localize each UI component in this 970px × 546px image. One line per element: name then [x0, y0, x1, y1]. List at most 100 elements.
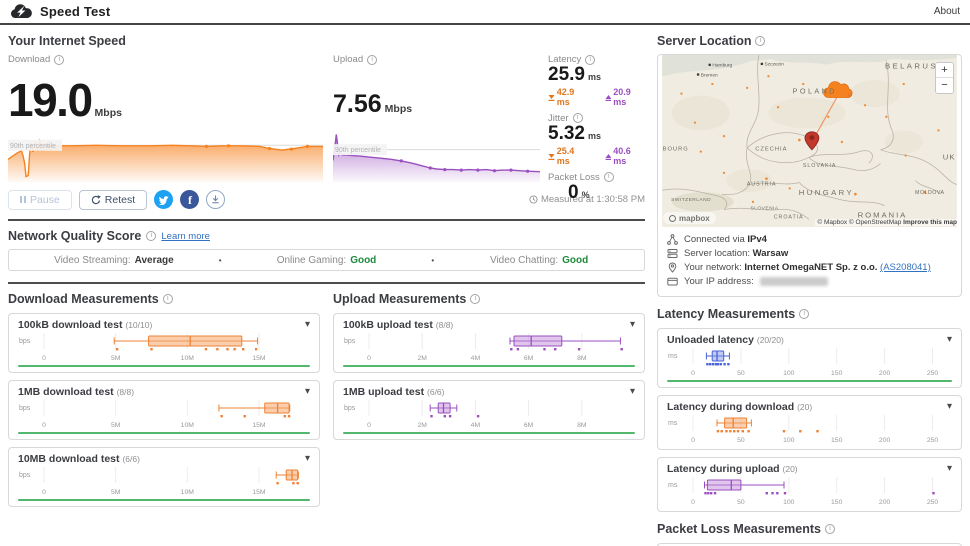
- info-icon[interactable]: [585, 55, 595, 65]
- location-pin-icon: [667, 262, 678, 273]
- pause-icon: [20, 196, 26, 203]
- svg-text:50: 50: [737, 370, 745, 377]
- speed-summary: Download 19.0Mbps 90th percentile Upload…: [8, 54, 645, 182]
- chevron-down-icon[interactable]: ▾: [305, 454, 310, 464]
- svg-text:4M: 4M: [471, 355, 481, 362]
- upload-measurements-column: Upload Measurements 100kB upload test (8…: [333, 292, 645, 514]
- your-ip-row: Your IP address:: [667, 276, 952, 287]
- measurement-title: 100kB download test (10/10): [18, 319, 152, 331]
- info-icon[interactable]: [54, 55, 64, 65]
- info-icon[interactable]: [367, 55, 377, 65]
- latency-block: Latency 25.9ms 42.9 ms 20.9 ms: [548, 54, 645, 107]
- retest-button[interactable]: Retest: [79, 190, 147, 210]
- network-quality-card: Video Streaming: Average • Online Gaming…: [8, 249, 645, 271]
- svg-text:bps: bps: [344, 338, 356, 345]
- svg-text:200: 200: [879, 370, 891, 377]
- test-progress-bar: [343, 365, 635, 367]
- clock-icon: [529, 195, 538, 204]
- info-icon[interactable]: [825, 524, 835, 534]
- your-network-row: Your network: Internet OmegaNET Sp. z o.…: [667, 262, 952, 273]
- svg-text:250: 250: [927, 370, 939, 377]
- svg-text:150: 150: [831, 370, 843, 377]
- svg-text:2M: 2M: [417, 422, 427, 429]
- svg-text:90th percentile: 90th percentile: [10, 143, 56, 150]
- info-icon[interactable]: [146, 231, 156, 241]
- chevron-down-icon[interactable]: ▾: [947, 402, 952, 412]
- boxplot-chart: ms050100150200250: [667, 347, 952, 377]
- info-icon[interactable]: [470, 294, 480, 304]
- map-city-label: Szczecin: [765, 62, 785, 68]
- learn-more-link[interactable]: Learn more: [161, 231, 210, 242]
- map[interactable]: BELARUSPOLANDCZECHIASLOVAKIAAUSTRIAHUNGA…: [658, 55, 961, 227]
- pause-button[interactable]: Pause: [8, 190, 72, 210]
- svg-text:4M: 4M: [471, 422, 481, 429]
- svg-text:bps: bps: [19, 405, 31, 412]
- info-icon[interactable]: [163, 294, 173, 304]
- measurement-title: 1MB download test (8/8): [18, 386, 134, 398]
- map-country-label: CZECHIA: [755, 147, 787, 153]
- about-link[interactable]: About: [934, 6, 960, 17]
- upload-number: 7.56: [333, 90, 382, 118]
- measurement-count: (6/6): [427, 387, 444, 397]
- upload-indicator-icon: [605, 152, 612, 160]
- svg-text:2M: 2M: [417, 355, 427, 362]
- internet-speed-heading: Your Internet Speed: [8, 34, 645, 48]
- improve-map-link[interactable]: Improve this map: [903, 219, 957, 226]
- chevron-down-icon[interactable]: ▾: [630, 320, 635, 330]
- info-icon[interactable]: [799, 309, 809, 319]
- server-location-title: Server Location: [657, 34, 751, 48]
- mapbox-logo[interactable]: mapbox: [663, 212, 716, 224]
- jitter-value: 5.32ms: [548, 124, 645, 145]
- latency-during-download: 42.9 ms: [548, 87, 589, 107]
- map-country-label: POLAND: [793, 87, 837, 96]
- divider: [8, 282, 645, 284]
- measurement-card: 1MB upload test (6/6)▾bps02M4M6M8M: [333, 380, 645, 440]
- download-results-button[interactable]: [206, 190, 225, 209]
- svg-text:0: 0: [691, 437, 695, 444]
- chevron-down-icon[interactable]: ▾: [947, 335, 952, 345]
- divider: [8, 219, 645, 221]
- svg-text:150: 150: [831, 437, 843, 444]
- test-progress-bar: [18, 365, 310, 367]
- svg-text:150: 150: [831, 499, 843, 506]
- boxplot-chart: bps05M10M15M: [18, 332, 310, 362]
- boxplot-chart: bps05M10M15M: [18, 399, 310, 429]
- measurement-title: 1MB upload test (6/6): [343, 386, 445, 398]
- share-facebook-button[interactable]: f: [180, 190, 199, 209]
- svg-text:15M: 15M: [252, 489, 266, 496]
- info-icon[interactable]: [573, 113, 583, 123]
- svg-text:ms: ms: [668, 353, 678, 360]
- online-gaming-score: Online Gaming: Good: [222, 255, 432, 266]
- asn-link[interactable]: (AS208041): [880, 262, 931, 273]
- chevron-down-icon[interactable]: ▾: [630, 387, 635, 397]
- svg-text:bps: bps: [19, 338, 31, 345]
- svg-text:0: 0: [691, 499, 695, 506]
- zoom-out-button[interactable]: −: [936, 78, 953, 93]
- svg-text:6M: 6M: [524, 422, 534, 429]
- network-icon: [667, 234, 678, 245]
- svg-text:250: 250: [927, 499, 939, 506]
- latency-value: 25.9ms: [548, 65, 645, 86]
- video-streaming-score: Video Streaming: Average: [9, 255, 219, 266]
- svg-text:0: 0: [691, 370, 695, 377]
- svg-text:bps: bps: [19, 472, 31, 479]
- download-speed-chart: 90th percentile: [8, 128, 323, 182]
- chevron-down-icon[interactable]: ▾: [305, 320, 310, 330]
- svg-text:10M: 10M: [181, 355, 195, 362]
- svg-text:f: f: [188, 193, 193, 207]
- internet-speed-title: Your Internet Speed: [8, 34, 126, 48]
- boxplot-chart: bps05M10M15M: [18, 466, 310, 496]
- map-city-label: Hamburg: [712, 63, 732, 69]
- upload-block: Upload 7.56Mbps 90th percentile: [333, 54, 540, 182]
- info-icon[interactable]: [604, 172, 614, 182]
- zoom-in-button[interactable]: +: [936, 63, 953, 78]
- chevron-down-icon[interactable]: ▾: [305, 387, 310, 397]
- chevron-down-icon[interactable]: ▾: [947, 464, 952, 474]
- measurement-count: (20/20): [757, 335, 784, 345]
- measurement-card: 10MB download test (6/6)▾bps05M10M15M: [8, 447, 320, 507]
- info-icon[interactable]: [755, 36, 765, 46]
- share-twitter-button[interactable]: [154, 190, 173, 209]
- map-country-label: SLOVENIA: [751, 206, 779, 212]
- measurement-card: 100kB download test (10/10) ▾ bps05M10M15M: [8, 313, 320, 373]
- measurement-count: (20): [783, 464, 798, 474]
